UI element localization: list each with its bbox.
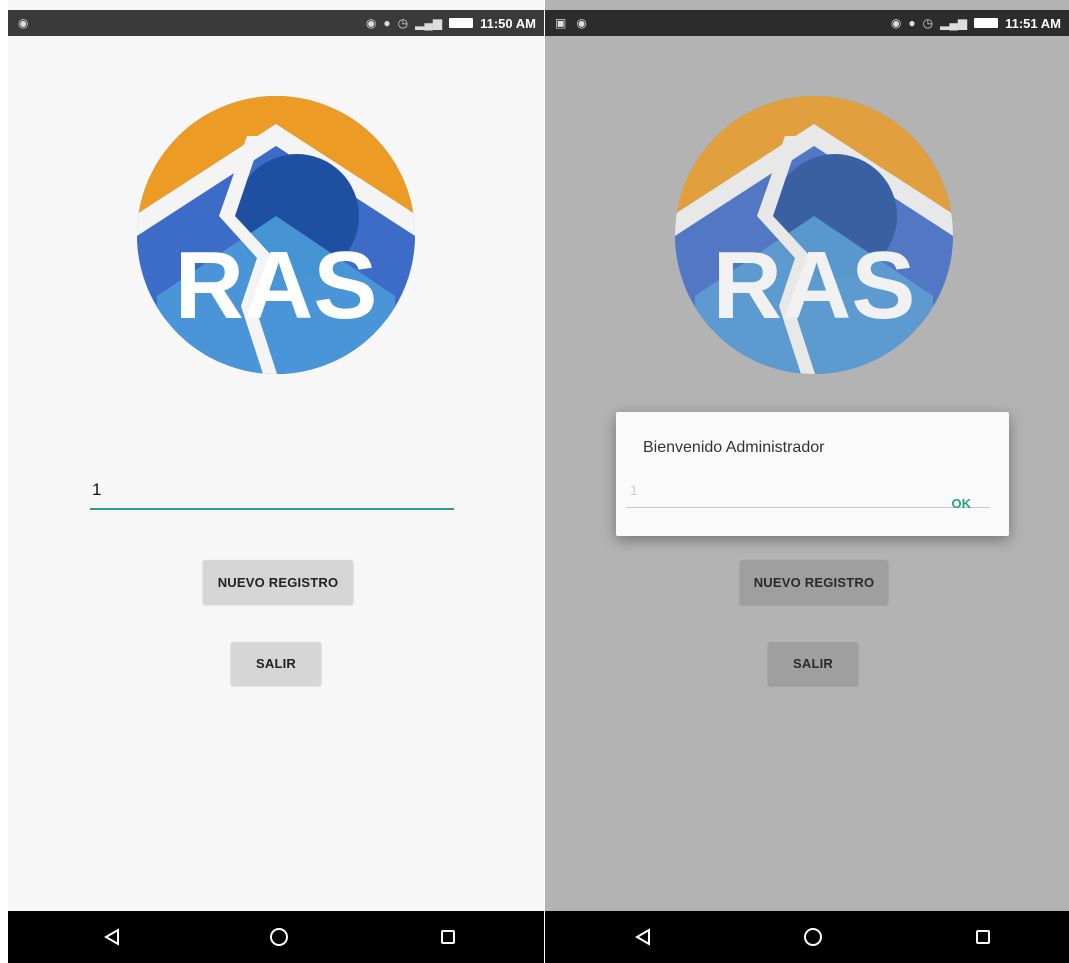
back-icon[interactable] xyxy=(627,921,659,953)
status-bar: ▣ ◉ ◉ ● ◷ ▂▄▆ 11:51 AM xyxy=(545,10,1069,36)
wifi-icon: ◉ xyxy=(365,16,377,30)
ras-logo: RAS xyxy=(675,96,953,374)
exit-button[interactable]: SALIR xyxy=(768,642,858,685)
exit-button[interactable]: SALIR xyxy=(231,642,321,685)
signal-icon: ▂▄▆ xyxy=(415,16,443,30)
battery-icon xyxy=(449,18,474,28)
home-icon[interactable] xyxy=(263,921,295,953)
alarm-icon: ◷ xyxy=(922,16,934,30)
welcome-dialog: Bienvenido Administrador 1 OK xyxy=(616,412,1009,536)
dialog-divider xyxy=(626,507,990,508)
android-debug-icon: ◉ xyxy=(18,16,29,30)
screen-login: ◉ ◉ ● ◷ ▂▄▆ 11:50 AM RAS 1 NUEVO REGISTR… xyxy=(8,0,544,963)
id-input[interactable]: 1 xyxy=(90,476,454,510)
screen-login-dialog: ▣ ◉ ◉ ● ◷ ▂▄▆ 11:51 AM RAS NUEVO REGISTR… xyxy=(545,0,1069,963)
ras-logo-lettering: RAS xyxy=(713,232,916,339)
home-icon[interactable] xyxy=(797,921,829,953)
id-input-value: 1 xyxy=(92,480,102,499)
dialog-behind-input-value: 1 xyxy=(630,482,638,498)
recents-icon[interactable] xyxy=(967,921,999,953)
ras-logo-lettering: RAS xyxy=(175,232,378,339)
dialog-message: Bienvenido Administrador xyxy=(643,439,825,456)
nav-bar xyxy=(8,911,544,963)
location-icon: ● xyxy=(908,16,916,30)
signal-icon: ▂▄▆ xyxy=(940,16,968,30)
alarm-icon: ◷ xyxy=(397,16,409,30)
recents-icon[interactable] xyxy=(432,921,464,953)
nav-bar xyxy=(545,911,1069,963)
status-bar: ◉ ◉ ● ◷ ▂▄▆ 11:50 AM xyxy=(8,10,544,36)
ras-logo: RAS xyxy=(137,96,415,374)
location-icon: ● xyxy=(383,16,391,30)
ok-button[interactable]: OK xyxy=(952,496,972,511)
back-icon[interactable] xyxy=(96,921,128,953)
new-record-button[interactable]: NUEVO REGISTRO xyxy=(203,560,353,604)
input-underline xyxy=(90,508,454,510)
screenshot-icon: ▣ xyxy=(555,16,567,30)
status-time: 11:50 AM xyxy=(480,15,536,31)
status-time: 11:51 AM xyxy=(1005,15,1061,31)
wifi-icon: ◉ xyxy=(890,16,902,30)
android-debug-icon: ◉ xyxy=(576,16,587,30)
battery-icon xyxy=(974,18,999,28)
new-record-button[interactable]: NUEVO REGISTRO xyxy=(740,560,888,604)
